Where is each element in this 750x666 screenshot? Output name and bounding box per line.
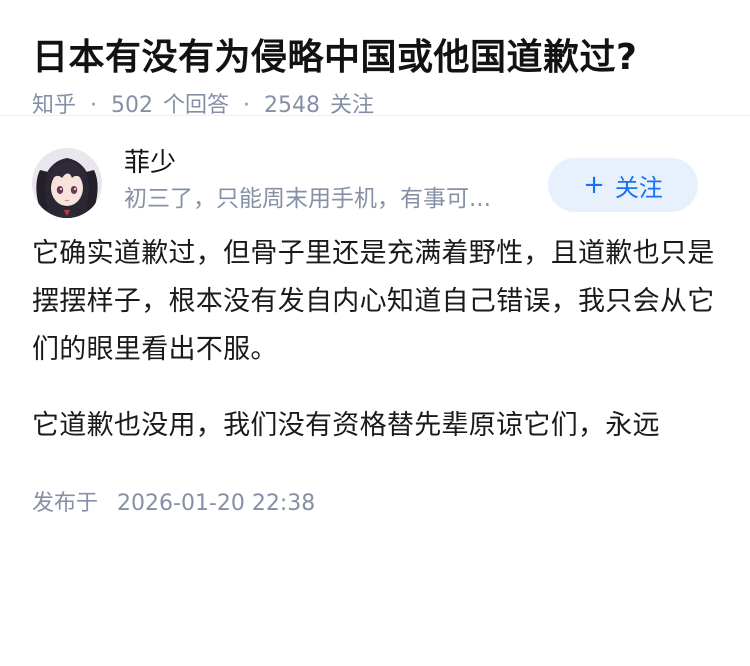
avatar[interactable] xyxy=(32,148,102,218)
plus-icon: + xyxy=(583,170,605,200)
question-meta: 知乎 · 502 个回答 · 2548 关注 xyxy=(32,90,718,122)
followers-count: 2548 xyxy=(264,93,321,118)
publish-timestamp: 2026-01-20 22:38 xyxy=(117,491,316,516)
separator-dot: · xyxy=(90,93,98,118)
author-name[interactable]: 菲少 xyxy=(124,144,544,182)
answer: 菲少 初三了，只能周末用手机，有事可... + 关注 它确实道歉过，但骨子里还是… xyxy=(0,148,750,520)
publish-time: 发布于 2026-01-20 22:38 xyxy=(32,488,718,520)
answer-paragraph: 它道歉也没用，我们没有资格替先辈原谅它们，永远 xyxy=(32,410,660,441)
publish-label: 发布于 xyxy=(32,491,99,516)
author-row: 菲少 初三了，只能周末用手机，有事可... + 关注 xyxy=(32,148,718,268)
author-info: 菲少 初三了，只能周末用手机，有事可... xyxy=(124,144,544,216)
answers-label[interactable]: 个回答 xyxy=(163,90,229,122)
followers-label[interactable]: 关注 xyxy=(330,90,374,122)
avatar-image xyxy=(32,148,102,218)
question-title[interactable]: 日本有没有为侵略中国或他国道歉过? xyxy=(32,34,718,82)
follow-button[interactable]: + 关注 xyxy=(548,158,698,212)
separator-dot: · xyxy=(243,93,251,118)
author-bio: 初三了，只能周末用手机，有事可... xyxy=(124,186,491,212)
source-label[interactable]: 知乎 xyxy=(32,90,76,122)
follow-button-label: 关注 xyxy=(614,173,663,202)
zhihu-answer-page: 日本有没有为侵略中国或他国道歉过? 知乎 · 502 个回答 · 2548 关注 xyxy=(0,0,750,666)
answers-count: 502 xyxy=(111,93,154,118)
question-header: 日本有没有为侵略中国或他国道歉过? 知乎 · 502 个回答 · 2548 关注 xyxy=(0,0,750,118)
